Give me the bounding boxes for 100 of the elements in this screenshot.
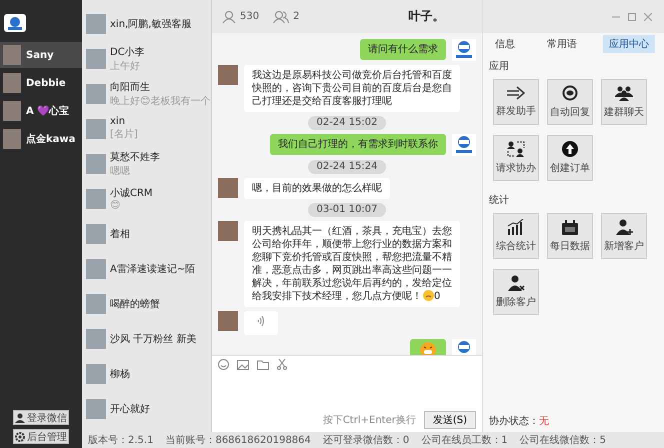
contact-item[interactable]: xin [名片] (82, 111, 211, 146)
contact-item[interactable]: 着相 (82, 216, 211, 251)
avatar-placeholder (3, 73, 21, 93)
message-bubble: 明天携礼品其一（红酒，茶具，充电宝）去您公司给你拜年，顺便带上您行业的数据方案和您聊下竞价托管或百度快照，帮您把流量不精准，恶意点击多，网页跳出率高这些问题一一解决，年前联系过您说年后再约的，发给定位给我安排下技术经理，您几点方便呢！ 0 (244, 221, 460, 307)
account-item[interactable]: Sany (0, 42, 82, 68)
chat-title: 叶子。 (408, 8, 444, 25)
tool-button[interactable]: 建群聊天 (601, 79, 647, 125)
message-bubble: 嗯，目前的效果做的怎么样呢 (244, 178, 390, 199)
user-plus-icon (615, 219, 633, 235)
tab[interactable]: 信息 (489, 35, 521, 53)
contact-item[interactable]: 小诚CRM 😊 (82, 181, 211, 216)
avatar-placeholder (86, 118, 106, 138)
tab[interactable]: 应用中心 (603, 35, 655, 53)
assist-status-value: 无 (539, 416, 549, 427)
contact-item[interactable]: 沙风 千万粉丝 新美 (82, 321, 211, 356)
tool-button[interactable]: 删除客户 (493, 269, 539, 315)
contact-name: 柳杨 (110, 368, 130, 380)
admin-button[interactable]: 后台管理 (13, 429, 69, 444)
group-count: 2 (293, 11, 300, 22)
avatar-placeholder (86, 14, 106, 34)
scissors-icon[interactable] (277, 359, 287, 370)
contact-item[interactable]: A雷泽速读速记~陌 (82, 251, 211, 286)
image-icon[interactable] (237, 360, 249, 370)
contact-name: 沙风 千万粉丝 新美 (110, 332, 196, 346)
contact-name: xin (110, 116, 126, 127)
tool-button[interactable]: 创建订单 (547, 135, 593, 181)
tool-button[interactable]: 每日数据 (547, 213, 593, 259)
avatar-placeholder (86, 154, 106, 174)
contact-item[interactable]: 喝醉的螃蟹 (82, 286, 211, 321)
message-bubble: 请问有什么需求 (360, 39, 446, 60)
tool-button[interactable]: 自动回复 (547, 79, 593, 125)
settings-icon (15, 432, 25, 442)
avatar-placeholder (86, 84, 106, 104)
avatar-placeholder (218, 221, 238, 241)
user-remove-icon (507, 275, 525, 291)
avatar-placeholder (86, 258, 106, 278)
contact-item[interactable]: DC小李 上午好 (82, 41, 211, 76)
tab[interactable]: 常用语 (541, 35, 583, 53)
bar-chart-icon (507, 219, 525, 235)
avatar-placeholder (218, 65, 238, 85)
contact-item[interactable]: 柳杨 (82, 356, 211, 391)
status-text: 公司在线微信数：5 (520, 434, 606, 447)
avatar-placeholder (86, 188, 106, 208)
folder-icon[interactable] (257, 360, 269, 370)
person-icon (222, 10, 236, 24)
maximize-icon[interactable] (628, 12, 636, 20)
message-preview: [名片] (110, 128, 138, 141)
section-title: 应用 (489, 60, 510, 73)
avatar-placeholder (86, 294, 106, 314)
close-icon[interactable] (644, 12, 652, 20)
timestamp: 03-01 10:07 (308, 203, 386, 217)
shortcut-hint: 按下Ctrl+Enter换行 (322, 414, 416, 427)
contact-name: 小诚CRM (110, 186, 153, 200)
avatar-placeholder (3, 101, 21, 121)
contact-name: xin,阿鹏,敏强客服 (110, 18, 192, 30)
user-transfer-icon (507, 141, 525, 157)
contact-item[interactable]: 莫愁不姓李 嗯嗯 (82, 146, 211, 181)
tool-button[interactable]: 请求协办 (493, 135, 539, 181)
account-item[interactable]: A 💜心宝 (0, 98, 82, 124)
section-title: 统计 (489, 194, 510, 207)
contact-name: 着相 (110, 228, 130, 240)
avatar-placeholder (86, 224, 106, 244)
contact-item[interactable]: 向阳而生 晚上好😊老板我有一个 (82, 76, 211, 111)
tool-button[interactable]: 群发助手 (493, 79, 539, 125)
contact-name: 喝醉的螃蟹 (110, 298, 160, 310)
sound-wave-icon (256, 315, 266, 327)
avatar-placeholder (86, 398, 106, 418)
send-button[interactable]: 发送(S) (424, 411, 476, 429)
user-icon (15, 412, 25, 422)
contact-name: A雷泽速读速记~陌 (110, 262, 196, 276)
avatar-placeholder (218, 311, 238, 331)
emoji-icon[interactable] (218, 359, 229, 370)
contact-name: 向阳而生 (110, 80, 151, 94)
message-bubble: 我们自己打理的，有需求到时联系你 (270, 134, 446, 155)
double-arrow-icon (507, 86, 525, 100)
avatar-placeholder (3, 129, 21, 149)
message-bubble: 我这边是原易科技公司做竞价后台托管和百度快照的，咨询下贵公司目前的百度后台是您自己打理还是交给百度客服打理呢 (244, 65, 460, 112)
group-icon (615, 85, 633, 101)
message-preview: 上午好 (110, 60, 141, 72)
message-preview: 嗯嗯 (110, 164, 131, 178)
contact-item[interactable]: xin,阿鹏,敏强客服 (82, 6, 211, 41)
avatar-placeholder (218, 178, 238, 198)
timestamp: 02-24 15:02 (308, 116, 386, 130)
contact-item[interactable]: 开心就好 (82, 391, 211, 426)
contact-name: DC小李 (110, 46, 145, 58)
tool-button[interactable]: 综合统计 (493, 213, 539, 259)
voice-message[interactable] (244, 311, 278, 335)
people-icon (273, 10, 290, 24)
account-item[interactable]: Debbie (0, 70, 82, 96)
account-item[interactable]: 点金kawa (0, 126, 82, 152)
status-text: 版本号：2.5.1 (88, 434, 154, 447)
status-text: 公司在线员工数：1 (421, 434, 508, 447)
tool-button[interactable]: 新增客户 (601, 213, 647, 259)
message-preview: 😊 (110, 200, 122, 211)
message-preview: 晚上好😊老板我有一个 (110, 94, 210, 108)
status-text: 当前账号：868618620198864 (165, 434, 311, 447)
login-button[interactable]: 登录微信 (13, 410, 69, 425)
up-arrow-circle-icon (562, 141, 578, 157)
calendar-icon (562, 220, 578, 234)
chat-circle-icon (562, 85, 578, 101)
